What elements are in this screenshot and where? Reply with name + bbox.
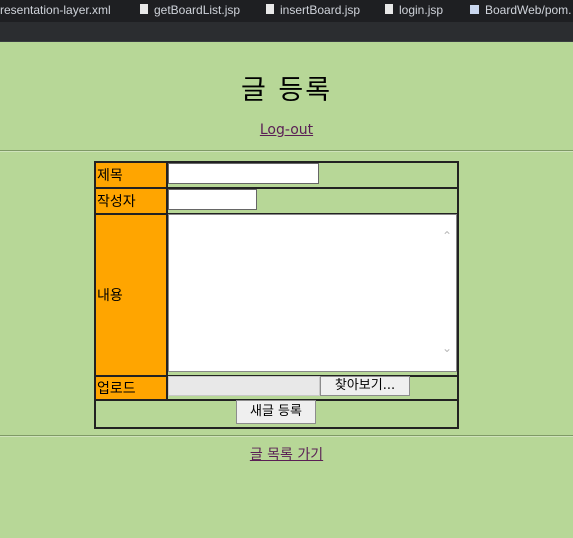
title-label: 제목 (94, 161, 168, 189)
logout-container: Log-out (0, 122, 573, 138)
logout-link[interactable]: Log-out (260, 122, 313, 138)
editor-tab-label: getBoardList.jsp (154, 3, 241, 17)
list-link-container: 글 목록 가기 (0, 444, 573, 464)
jsp-file-icon (385, 4, 393, 14)
file-path-display (168, 376, 320, 396)
scroll-down-icon[interactable]: ⌄ (442, 341, 452, 355)
maven-file-icon (470, 4, 479, 14)
editor-tab-bar: resentation-layer.xml getBoardList.jsp i… (0, 0, 573, 22)
content-textarea[interactable]: ⌃ ⌄ (168, 214, 457, 372)
editor-tab-insertboard[interactable]: insertBoard.jsp (266, 3, 360, 17)
board-list-link[interactable]: 글 목록 가기 (250, 447, 323, 463)
title-input[interactable] (168, 163, 319, 184)
editor-tab-label: resentation-layer.xml (0, 3, 111, 17)
browse-file-button[interactable]: 찾아보기... (320, 376, 410, 396)
editor-tab-presentation-layer[interactable]: resentation-layer.xml (0, 3, 111, 17)
jsp-file-icon (140, 4, 148, 14)
submit-new-post-button[interactable]: 새글 등록 (236, 400, 316, 424)
page-title: 글 등록 (240, 75, 333, 106)
editor-toolbar-strip (0, 22, 573, 42)
divider-bottom (0, 435, 573, 437)
editor-tab-pom[interactable]: BoardWeb/pom. (470, 3, 572, 17)
editor-tab-label: insertBoard.jsp (280, 3, 361, 17)
editor-tab-label: login.jsp (399, 3, 444, 17)
divider-top (0, 150, 573, 152)
upload-label: 업로드 (94, 375, 168, 401)
writer-input[interactable] (168, 189, 257, 210)
writer-label: 작성자 (94, 187, 168, 215)
editor-tab-label: BoardWeb/pom. (485, 3, 572, 17)
jsp-file-icon (266, 4, 274, 14)
content-label: 내용 (94, 213, 168, 377)
scroll-up-icon[interactable]: ⌃ (442, 229, 452, 243)
editor-tab-getboardlist[interactable]: getBoardList.jsp (140, 3, 240, 17)
editor-tab-login[interactable]: login.jsp (385, 3, 443, 17)
